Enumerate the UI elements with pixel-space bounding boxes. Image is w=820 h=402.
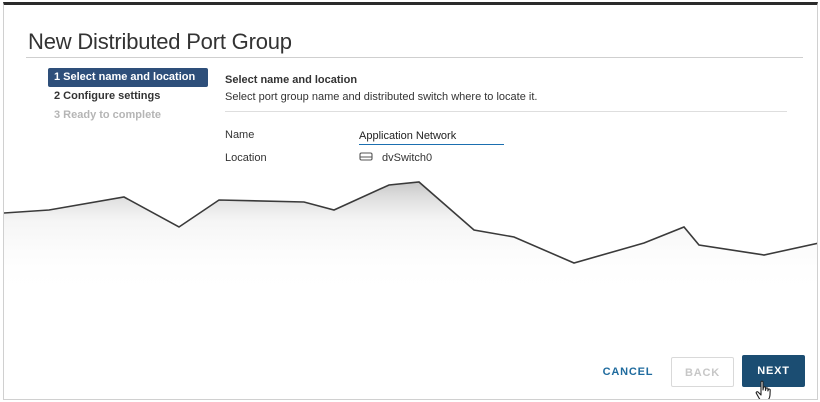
back-button[interactable]: BACK [671,357,734,387]
section-divider [225,111,787,112]
step-select-name-location[interactable]: 1 Select name and location [48,68,208,87]
dialog-title: New Distributed Port Group [28,29,292,54]
cancel-button[interactable]: CANCEL [589,357,667,387]
name-label: Name [225,129,255,141]
hand-pointer-icon [754,380,776,399]
step-ready-to-complete: 3 Ready to complete [54,109,161,121]
torn-edge-graphic [4,181,817,295]
title-divider [26,57,803,58]
name-input[interactable] [359,128,504,145]
section-description: Select port group name and distributed s… [225,91,538,103]
step-content: Select name and location Select port gro… [225,74,787,164]
section-title: Select name and location [225,74,358,86]
wizard-steps: 1 Select name and location 2 Configure s… [48,68,208,125]
step-configure-settings[interactable]: 2 Configure settings [48,87,208,106]
wizard-dialog: New Distributed Port Group 1 Select name… [3,2,818,400]
